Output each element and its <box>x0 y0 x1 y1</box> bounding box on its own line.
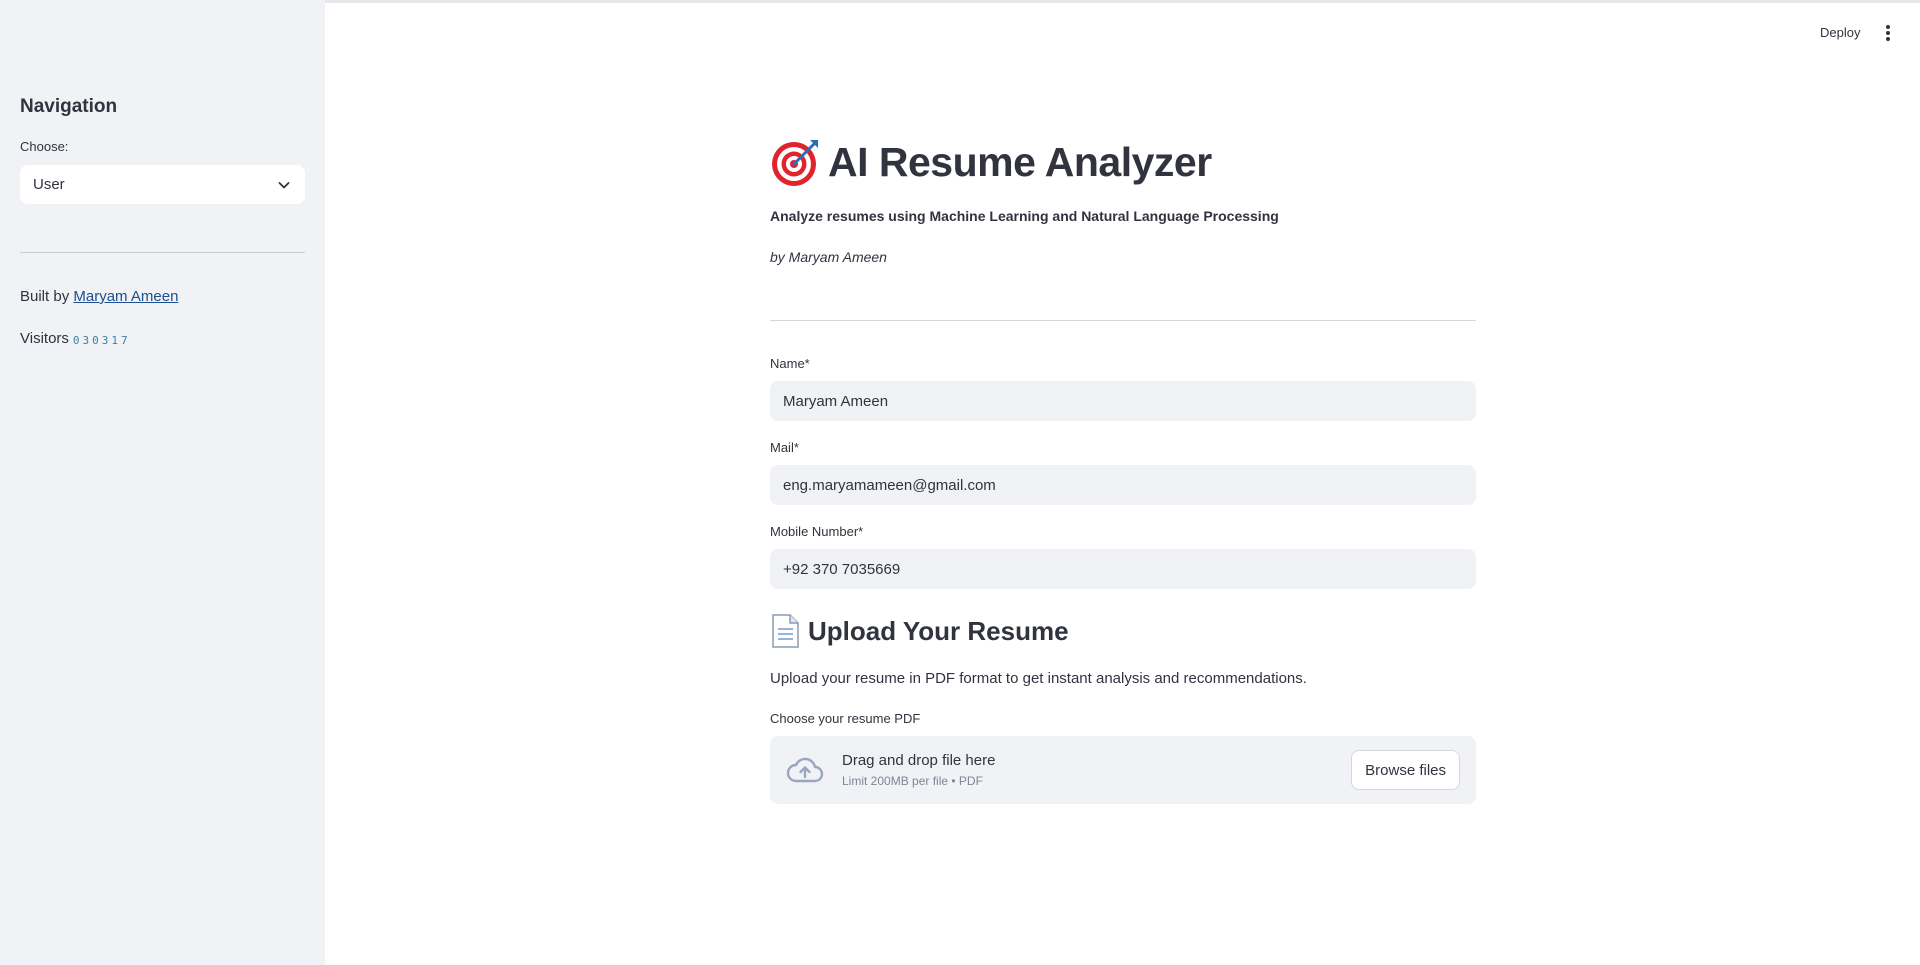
name-input[interactable]: Maryam Ameen <box>770 381 1476 421</box>
mobile-label: Mobile Number* <box>770 524 864 539</box>
cloud-upload-icon <box>786 757 824 783</box>
file-limit-text: Limit 200MB per file • PDF <box>842 774 983 788</box>
drop-instruction: Drag and drop file here <box>842 752 996 769</box>
select-value: User <box>33 176 65 193</box>
mobile-input[interactable]: +92 370 7035669 <box>770 549 1476 589</box>
dropzone-text: Drag and drop file here Limit 200MB per … <box>842 752 1351 788</box>
document-icon <box>772 614 799 648</box>
page-subtitle: Analyze resumes using Machine Learning a… <box>770 208 1279 224</box>
mail-label: Mail* <box>770 440 799 455</box>
chevron-down-icon <box>278 181 290 188</box>
uploader-label: Choose your resume PDF <box>770 711 921 726</box>
select-label: Choose: <box>20 139 69 154</box>
visitor-counter: 030317 <box>72 333 131 347</box>
main-divider <box>770 320 1476 321</box>
role-select[interactable]: User <box>20 165 305 204</box>
upload-description: Upload your resume in PDF format to get … <box>770 670 1307 687</box>
kebab-menu-icon[interactable] <box>1880 22 1896 44</box>
visitors-text: Visitors 030317 <box>20 330 131 347</box>
upload-heading-row: Upload Your Resume <box>770 614 1069 648</box>
file-dropzone[interactable]: Drag and drop file here Limit 200MB per … <box>770 736 1476 804</box>
target-icon <box>772 140 818 186</box>
mail-input[interactable]: eng.maryamameen@gmail.com <box>770 465 1476 505</box>
deploy-button[interactable]: Deploy <box>1820 25 1860 40</box>
built-by-text: Built by Maryam Ameen <box>20 288 178 305</box>
sidebar-title: Navigation <box>20 96 118 117</box>
upload-title: Upload Your Resume <box>808 615 1069 646</box>
sidebar: Navigation Choose: User Built by Maryam … <box>0 0 325 965</box>
author-link[interactable]: Maryam Ameen <box>73 288 178 305</box>
author-byline: by Maryam Ameen <box>770 249 887 265</box>
sidebar-divider <box>20 252 305 253</box>
built-prefix: Built by <box>20 288 70 305</box>
name-label: Name* <box>770 356 810 371</box>
page-title-row: AI Resume Analyzer <box>770 136 1212 188</box>
visitors-label: Visitors <box>20 330 69 347</box>
page-title: AI Resume Analyzer <box>828 138 1212 185</box>
browse-files-button[interactable]: Browse files <box>1351 750 1460 790</box>
